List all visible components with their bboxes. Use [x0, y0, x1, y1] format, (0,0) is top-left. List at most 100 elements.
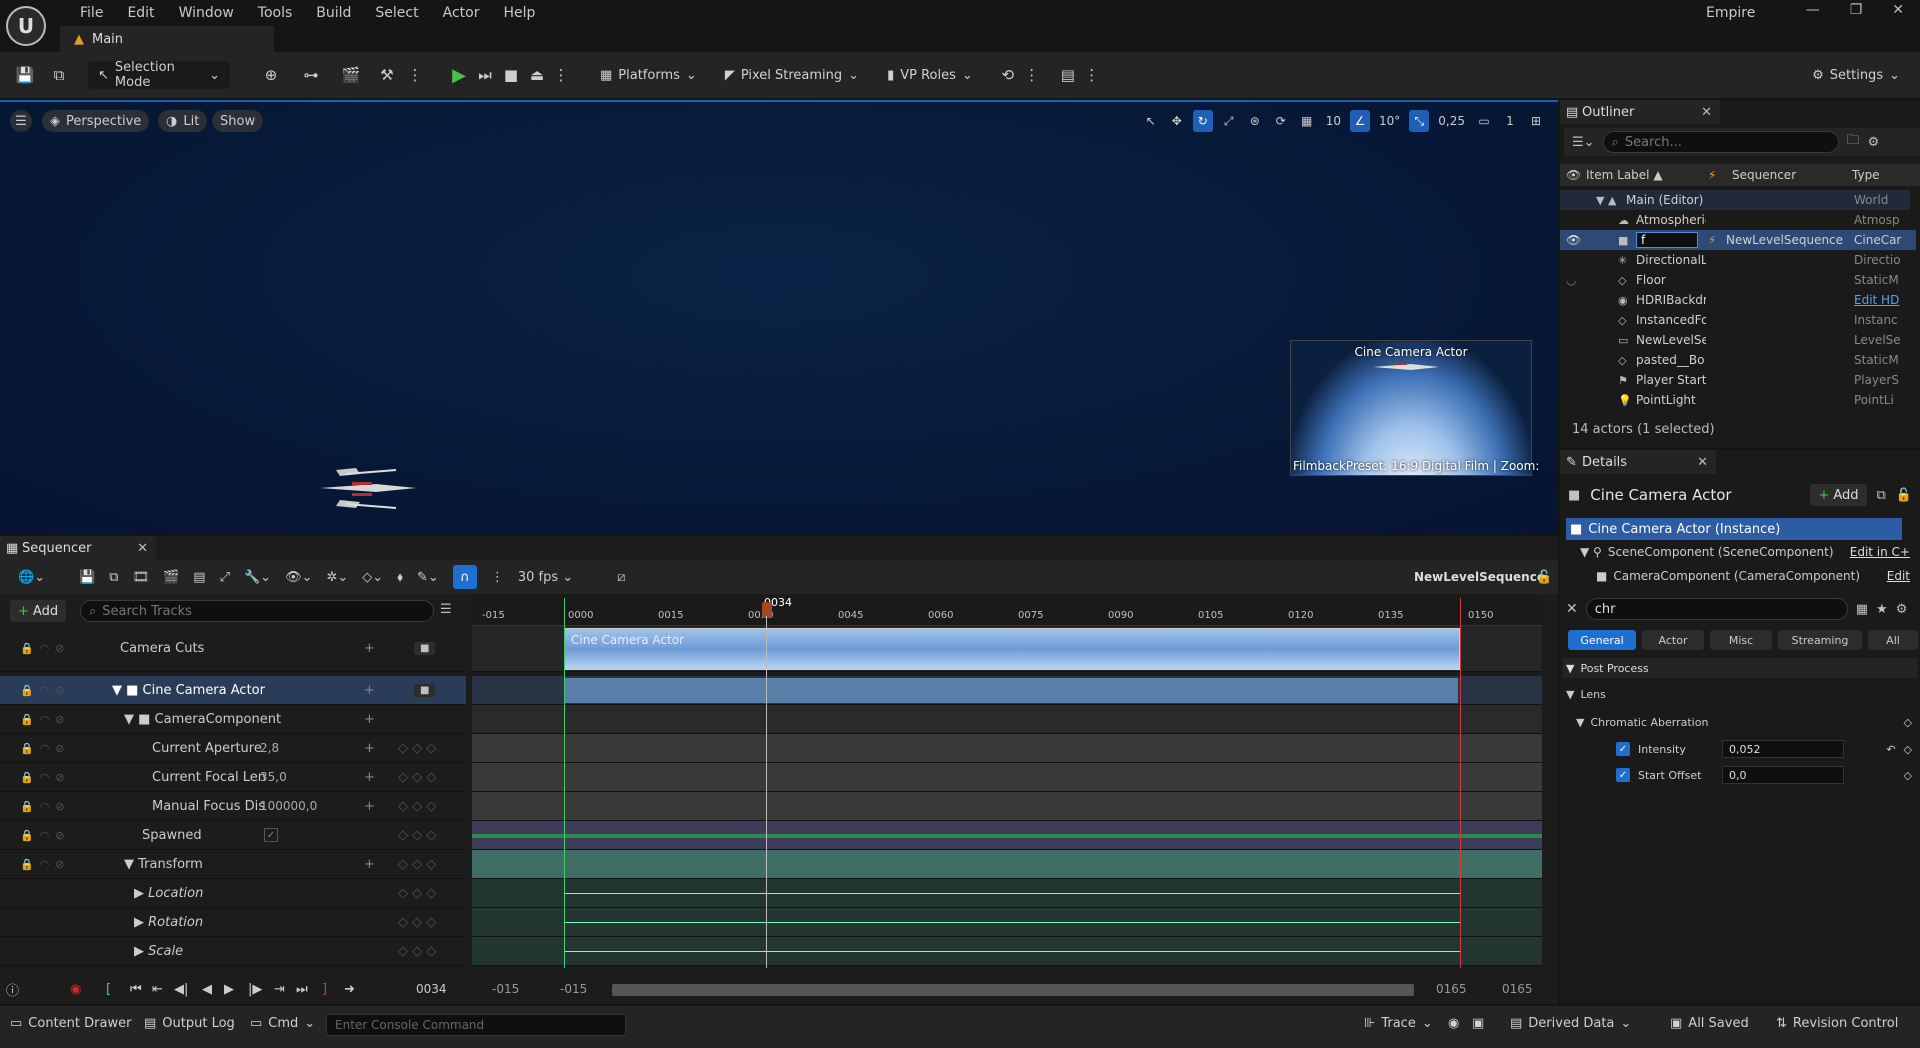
add-component-button[interactable]: + Add: [1810, 484, 1867, 506]
start-offset-input[interactable]: 0,0: [1722, 766, 1844, 784]
star-icon[interactable]: ★: [1876, 602, 1888, 617]
camera-cut-section[interactable]: Cine Camera Actor: [564, 628, 1460, 670]
outliner-row[interactable]: ◡ ◇ Floor StaticM: [1560, 270, 1910, 290]
set-start-icon[interactable]: [: [106, 982, 111, 997]
outliner-row-selected[interactable]: 👁 ■ f ⚡ NewLevelSequence CineCar: [1560, 230, 1916, 250]
menu-help[interactable]: Help: [491, 2, 547, 24]
more-icon[interactable]: ⋮: [1081, 64, 1103, 86]
details-tab[interactable]: ✎ Details ✕: [1560, 450, 1716, 474]
keyframe-nav-icons[interactable]: ◇ ◇ ◇: [398, 944, 436, 959]
play-icon[interactable]: ▶: [448, 64, 470, 86]
save-as-icon[interactable]: ⧉: [109, 570, 118, 585]
add-folder-icon[interactable]: 🗀: [1847, 131, 1860, 153]
cmd-dropdown[interactable]: ▭ Cmd ⌄: [250, 1016, 315, 1031]
step-forward-icon[interactable]: |▶: [248, 982, 262, 997]
fps-dropdown[interactable]: 30 fps ⌄: [518, 570, 573, 585]
edit-link[interactable]: Edit: [1887, 569, 1910, 583]
track-value[interactable]: 35,0: [260, 770, 287, 784]
settings-button[interactable]: ⚙ Settings ⌄: [1802, 61, 1910, 89]
pixel-streaming-button[interactable]: ◤ Pixel Streaming ⌄: [715, 61, 869, 89]
lane-focal-length[interactable]: [472, 763, 1542, 792]
eject-icon[interactable]: ⏏: [526, 64, 548, 86]
menu-select[interactable]: Select: [363, 2, 430, 24]
console-input[interactable]: Enter Console Command: [326, 1014, 626, 1036]
col-type[interactable]: Type: [1852, 168, 1880, 182]
track-current-aperture[interactable]: 🔒◠⊘ Current Aperture 2,8 + ◇ ◇ ◇: [0, 734, 466, 763]
end-marker[interactable]: [1460, 598, 1461, 968]
current-frame-field[interactable]: 0034: [416, 982, 447, 996]
spawned-checkbox[interactable]: ✓: [264, 828, 278, 842]
keyframe-icon[interactable]: ◇: [1904, 769, 1912, 782]
menu-edit[interactable]: Edit: [115, 2, 166, 24]
keyframe-nav-icons[interactable]: ◇ ◇ ◇: [398, 915, 436, 930]
more-icon[interactable]: ⋮: [1021, 64, 1043, 86]
rotation-snap-icon[interactable]: ∠: [1350, 110, 1370, 132]
plus-icon[interactable]: +: [364, 641, 375, 656]
loop-icon[interactable]: ➜: [344, 982, 355, 997]
outliner-row[interactable]: ▭ NewLevelSe LevelSe: [1560, 330, 1910, 350]
level-viewport[interactable]: ☰ ◈ Perspective ◑ Lit Show ↖ ✥ ↻ ⤢ ⊛ ⟳ ▦…: [0, 100, 1558, 534]
render-icon[interactable]: 🎞: [133, 570, 150, 585]
start-offset-checkbox[interactable]: ✓: [1616, 768, 1630, 782]
rotation-snap-value[interactable]: 10°: [1376, 110, 1403, 132]
outliner-row[interactable]: ⚑ Player Start PlayerS: [1560, 370, 1910, 390]
keyframe-icon[interactable]: ◇⌄: [362, 570, 383, 585]
track-camera-cuts[interactable]: 🔒◠⊘ Camera Cuts + ■: [0, 626, 466, 672]
show-button[interactable]: Show: [212, 110, 264, 132]
keyframe-nav-icons[interactable]: ◇ ◇ ◇: [398, 741, 436, 756]
plus-icon[interactable]: +: [364, 741, 375, 756]
output-log-button[interactable]: ▤ Output Log: [144, 1016, 235, 1031]
perspective-button[interactable]: ◈ Perspective: [42, 110, 150, 132]
grid-snap-icon[interactable]: ▦: [1297, 110, 1317, 132]
filter-icon[interactable]: ☰: [440, 602, 452, 617]
info-icon[interactable]: ⓘ: [6, 980, 19, 999]
browse-icon[interactable]: ⧉: [48, 64, 70, 86]
reset-icon[interactable]: ↶: [1886, 743, 1895, 756]
minimize-icon[interactable]: —: [1806, 2, 1820, 18]
row-rename-input[interactable]: f: [1636, 232, 1698, 248]
play-range-end[interactable]: 0165: [1436, 982, 1467, 996]
row-type-link[interactable]: Edit HD: [1854, 293, 1902, 307]
lane-transform[interactable]: [472, 850, 1542, 879]
curve-editor-icon[interactable]: ⧄: [617, 570, 625, 585]
multiuser-icon[interactable]: ⟲: [997, 64, 1019, 86]
component-camera[interactable]: ■ CameraComponent (CameraComponent) Edit: [1596, 566, 1910, 586]
move-tool-icon[interactable]: ✥: [1167, 110, 1187, 132]
hidden-icon[interactable]: ◡: [1566, 273, 1576, 287]
save-icon[interactable]: 💾: [14, 64, 36, 86]
select-tool-icon[interactable]: ↖: [1141, 110, 1161, 132]
menu-build[interactable]: Build: [304, 2, 363, 24]
reverse-play-icon[interactable]: ◀: [202, 982, 212, 997]
cinematics-icon[interactable]: 🎬: [340, 64, 362, 86]
playhead-handle[interactable]: [762, 602, 772, 618]
gear-icon[interactable]: ⚙: [1868, 135, 1880, 150]
start-marker[interactable]: [564, 598, 565, 968]
scale-snap-icon[interactable]: ⤡: [1409, 110, 1430, 132]
filter-tab-all[interactable]: All: [1868, 630, 1918, 650]
outliner-row[interactable]: ◇ InstancedFo Instanc: [1560, 310, 1910, 330]
plus-icon[interactable]: +: [364, 770, 375, 785]
track-rotation[interactable]: ▶ Rotation ◇ ◇ ◇: [0, 908, 466, 937]
view-icon[interactable]: 👁⌄: [285, 570, 312, 585]
camera-cut-icon[interactable]: ■: [414, 642, 436, 655]
visibility-icon[interactable]: 👁: [1566, 233, 1581, 247]
col-item-label[interactable]: Item Label ▲: [1586, 168, 1663, 182]
sequencer-tab[interactable]: ▦ Sequencer ✕: [0, 536, 156, 560]
more-icon[interactable]: ⋮: [404, 64, 426, 86]
grid-view-icon[interactable]: ▦: [1856, 602, 1868, 617]
keyframe-nav-icons[interactable]: ◇ ◇ ◇: [398, 770, 436, 785]
level-tab[interactable]: ▲ Main: [60, 26, 274, 52]
modes-icon[interactable]: ⚒: [376, 64, 398, 86]
rotate-tool-icon[interactable]: ↻: [1192, 110, 1213, 132]
plus-icon[interactable]: +: [364, 683, 375, 698]
lane-focus-distance[interactable]: [472, 792, 1542, 821]
timeline-scrollbar[interactable]: [612, 984, 1414, 996]
close-icon[interactable]: ✕: [1892, 2, 1904, 18]
plus-icon[interactable]: +: [364, 799, 375, 814]
record-icon[interactable]: ◉: [1448, 1016, 1459, 1031]
plus-icon[interactable]: +: [364, 857, 375, 872]
filter-tab-actor[interactable]: Actor: [1642, 630, 1704, 650]
lane-aperture[interactable]: [472, 734, 1542, 763]
keyframe-icon[interactable]: ◇: [1904, 716, 1912, 729]
track-camera-component[interactable]: 🔒◠⊘ ▼ ■ CameraComponent +: [0, 705, 466, 734]
